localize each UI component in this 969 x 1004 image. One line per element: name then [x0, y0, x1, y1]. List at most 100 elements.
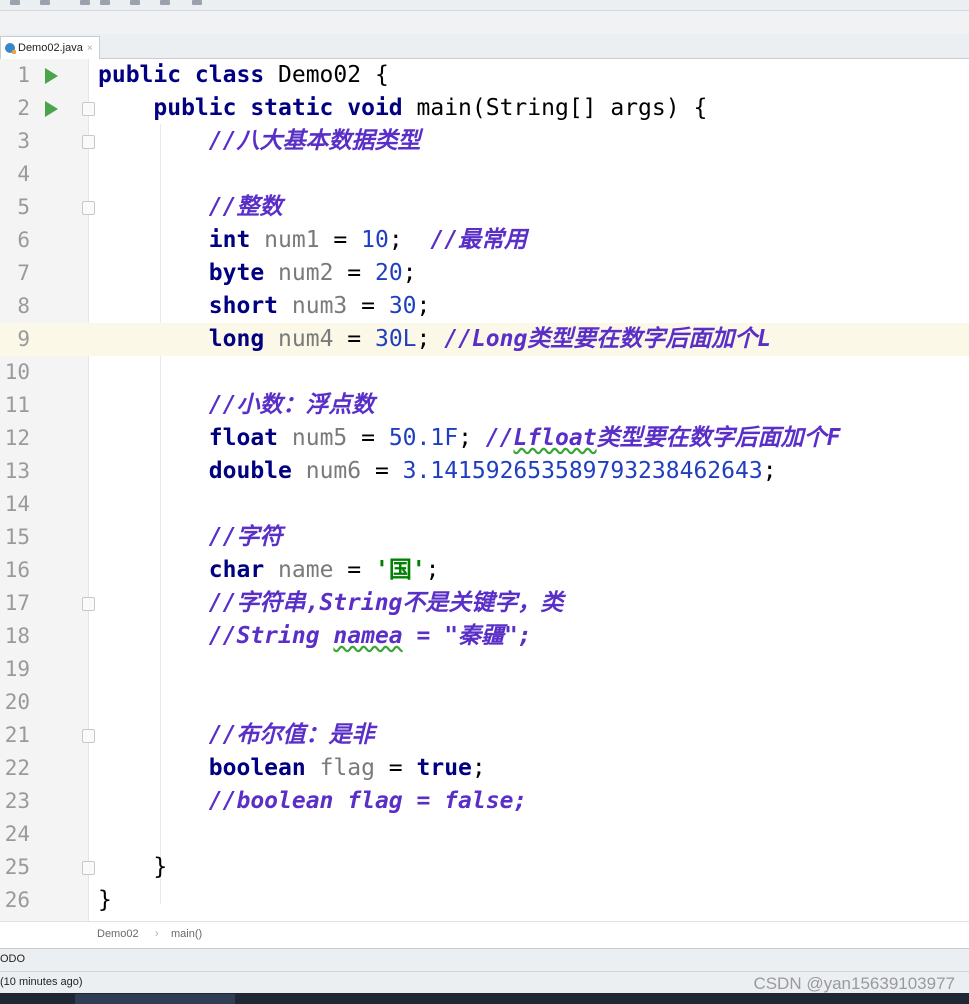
- fold-icon[interactable]: [82, 102, 95, 116]
- fold-icon[interactable]: [82, 135, 95, 149]
- code-text: byte num2 = 20;: [98, 257, 417, 290]
- code-token: num6: [305, 458, 362, 484]
- code-token: ;: [425, 557, 440, 583]
- code-line[interactable]: 17 //字符串,String不是关键字，类: [0, 587, 969, 620]
- code-token: 50.1F: [388, 425, 459, 451]
- code-line[interactable]: 11 //小数：浮点数: [0, 389, 969, 422]
- code-line[interactable]: 20: [0, 686, 969, 719]
- code-line[interactable]: 25 }: [0, 851, 969, 884]
- code-token: =: [347, 293, 389, 319]
- main-toolbar: [0, 0, 969, 11]
- breadcrumb-separator: ›: [155, 928, 159, 940]
- code-text: char name = '国';: [98, 554, 440, 587]
- code-text: }: [98, 884, 112, 917]
- code-line[interactable]: 10: [0, 356, 969, 389]
- code-line[interactable]: 3 //八大基本数据类型: [0, 125, 969, 158]
- code-line[interactable]: 21 //布尔值：是非: [0, 719, 969, 752]
- line-number: 18: [4, 624, 30, 648]
- code-token: }: [98, 887, 112, 913]
- code-token: //boolean flag = false;: [208, 788, 528, 814]
- fold-icon[interactable]: [82, 201, 95, 215]
- editor-tab-bar: Demo02.java ×: [0, 34, 969, 59]
- code-line[interactable]: 7 byte num2 = 20;: [0, 257, 969, 290]
- code-token: ;: [471, 755, 486, 781]
- code-line[interactable]: 12 float num5 = 50.1F; //Lfloat类型要在数字后面加…: [0, 422, 969, 455]
- code-editor[interactable]: 1 public class Demo02 {2 public static vo…: [0, 59, 969, 921]
- line-number: 23: [4, 789, 30, 813]
- breadcrumb-class[interactable]: Demo02: [97, 928, 139, 940]
- run-icon[interactable]: [45, 68, 58, 84]
- code-line[interactable]: 13 double num6 = 3.141592653589793238462…: [0, 455, 969, 488]
- code-token: true: [416, 755, 472, 781]
- code-text: //整数: [98, 191, 283, 224]
- close-icon[interactable]: ×: [87, 43, 93, 54]
- line-number: 4: [17, 162, 30, 186]
- code-token: =: [333, 557, 375, 583]
- code-token: =: [333, 260, 375, 286]
- line-number: 16: [4, 558, 30, 582]
- code-line[interactable]: 22 boolean flag = true;: [0, 752, 969, 785]
- todo-tab[interactable]: ODO: [0, 953, 25, 965]
- code-token: num3: [291, 293, 348, 319]
- code-token: num5: [291, 425, 348, 451]
- code-token: Demo02 {: [278, 62, 389, 88]
- breadcrumb: Demo02 › main(): [0, 921, 969, 948]
- code-line[interactable]: 5 //整数: [0, 191, 969, 224]
- code-line[interactable]: 18 //String namea = "秦疆";: [0, 620, 969, 653]
- code-text: //String namea = "秦疆";: [98, 620, 532, 653]
- code-token: char: [208, 557, 279, 583]
- code-token: '国': [374, 557, 426, 583]
- code-line[interactable]: 2 public static void main(String[] args)…: [0, 92, 969, 125]
- code-line[interactable]: 23 //boolean flag = false;: [0, 785, 969, 818]
- code-token: ;: [416, 293, 431, 319]
- code-text: //字符串,String不是关键字，类: [98, 587, 564, 620]
- toolbar-icon[interactable]: [10, 0, 20, 5]
- line-number: 22: [4, 756, 30, 780]
- line-number: 7: [17, 261, 30, 285]
- code-line[interactable]: 26}: [0, 884, 969, 917]
- code-line[interactable]: 15 //字符: [0, 521, 969, 554]
- toolbar-icon[interactable]: [40, 0, 50, 5]
- code-line[interactable]: 14: [0, 488, 969, 521]
- line-number: 9: [17, 327, 30, 351]
- fold-icon[interactable]: [82, 861, 95, 875]
- code-token: num1: [264, 227, 320, 253]
- fold-icon[interactable]: [82, 729, 95, 743]
- taskbar-item[interactable]: [75, 994, 235, 1004]
- line-number: 11: [4, 393, 30, 417]
- toolbar-icon[interactable]: [192, 0, 202, 5]
- watermark: CSDN @yan15639103977: [753, 974, 955, 993]
- code-token: =: [374, 755, 417, 781]
- code-token: //String: [208, 623, 334, 649]
- breadcrumb-method[interactable]: main(): [171, 928, 202, 940]
- toolbar-icon[interactable]: [160, 0, 170, 5]
- fold-icon[interactable]: [82, 597, 95, 611]
- code-line[interactable]: 1 public class Demo02 {: [0, 59, 969, 92]
- code-token: Lfloat: [513, 425, 597, 451]
- toolbar-icon[interactable]: [100, 0, 110, 5]
- status-text: (10 minutes ago): [0, 976, 83, 988]
- code-line[interactable]: 8 short num3 = 30;: [0, 290, 969, 323]
- code-line[interactable]: 24: [0, 818, 969, 851]
- code-line[interactable]: 19: [0, 653, 969, 686]
- code-text: boolean flag = true;: [98, 752, 486, 785]
- code-line[interactable]: 9 long num4 = 30L; //Long类型要在数字后面加个L: [0, 323, 969, 356]
- code-line[interactable]: 16 char name = '国';: [0, 554, 969, 587]
- code-text: }: [98, 851, 167, 884]
- code-line[interactable]: 6 int num1 = 10; //最常用: [0, 224, 969, 257]
- line-number: 20: [4, 690, 30, 714]
- tab-demo02-java[interactable]: Demo02.java ×: [0, 36, 100, 59]
- code-line[interactable]: 4: [0, 158, 969, 191]
- toolbar-icon[interactable]: [80, 0, 90, 5]
- code-text: public static void main(String[] args) {: [98, 92, 707, 125]
- run-icon[interactable]: [45, 101, 58, 117]
- toolbar-icon[interactable]: [130, 0, 140, 5]
- code-token: ;: [762, 458, 777, 484]
- code-token: =: [319, 227, 362, 253]
